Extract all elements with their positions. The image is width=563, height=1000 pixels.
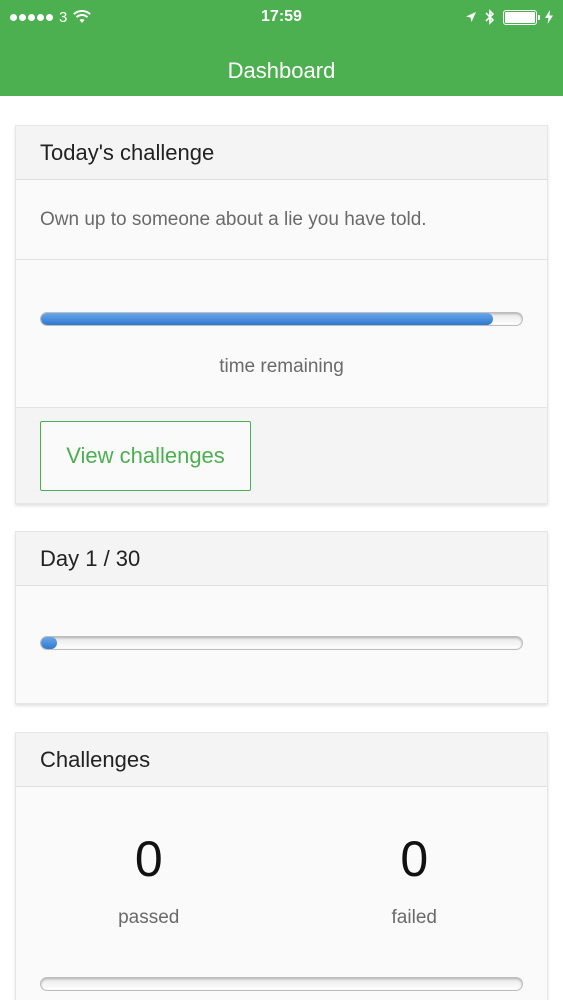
view-challenges-button[interactable]: View challenges: [40, 421, 251, 491]
challenge-actions: View challenges: [16, 408, 547, 503]
carrier-name: 3: [59, 8, 68, 26]
failed-count: 0: [400, 831, 429, 887]
bluetooth-icon: [485, 9, 495, 25]
app-header: 3 17:59 Dashboard: [0, 0, 563, 96]
charging-bolt-icon: [545, 10, 553, 24]
pass-rate-progress-bar: [40, 977, 523, 991]
time-remaining-section: time remaining: [16, 260, 547, 408]
status-bar: 3 17:59: [0, 0, 563, 34]
passed-stat: 0 passed: [16, 787, 282, 947]
signal-strength-icon: [10, 13, 53, 21]
battery-icon: [503, 9, 540, 25]
pass-rate-section: [16, 947, 547, 991]
failed-stat: 0 failed: [282, 787, 548, 947]
time-remaining-label: time remaining: [219, 356, 344, 377]
challenges-stats: 0 passed 0 failed: [16, 787, 547, 947]
day-progress-card: Day 1 / 30: [15, 531, 548, 704]
signal-area: 3: [10, 8, 92, 26]
challenges-card: Challenges 0 passed 0 failed: [15, 732, 548, 1000]
time-remaining-progress-bar: [40, 312, 523, 326]
status-icons: [465, 9, 553, 25]
failed-label: failed: [391, 907, 437, 928]
wifi-icon: [73, 10, 92, 23]
challenges-title: Challenges: [16, 733, 547, 787]
passed-count: 0: [134, 831, 163, 887]
day-progress-bar: [40, 636, 523, 650]
day-progress-section: [16, 586, 547, 703]
day-progress-title: Day 1 / 30: [16, 532, 547, 586]
todays-challenge-card: Today's challenge Own up to someone abou…: [15, 125, 548, 504]
day-progress-fill: [41, 637, 57, 649]
challenge-text: Own up to someone about a lie you have t…: [40, 208, 427, 230]
challenge-text-section: Own up to someone about a lie you have t…: [16, 180, 547, 260]
passed-label: passed: [118, 907, 180, 928]
page-title: Dashboard: [227, 58, 336, 83]
location-arrow-icon: [466, 12, 476, 22]
time-remaining-fill: [41, 313, 494, 325]
todays-challenge-title: Today's challenge: [16, 126, 547, 180]
